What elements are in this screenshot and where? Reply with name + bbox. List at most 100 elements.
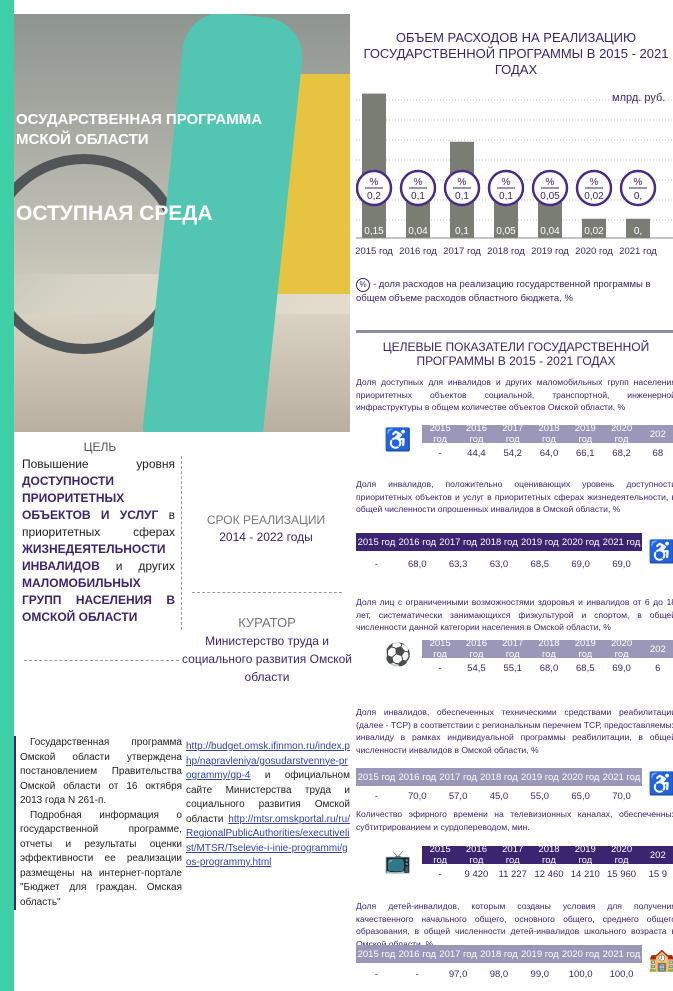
values-row: - 68,0 63,3 63,0 68,5 69,0 69,0 <box>356 556 642 572</box>
year-header: 2017 год <box>439 536 477 548</box>
indicator-value: 66,1 <box>576 447 595 459</box>
indicator-value: 68,0 <box>408 558 427 570</box>
share-value: 0,1 <box>499 191 513 202</box>
bar-value-label: 0,02 <box>584 226 604 237</box>
values-row: - - 97,0 98,0 99,0 100,0 100,0 <box>356 966 642 982</box>
percent-symbol: % <box>634 177 643 188</box>
indicator-value: 68,5 <box>576 662 595 674</box>
bar-value-label: 0,04 <box>408 226 428 237</box>
year-header: 2018 год <box>538 423 560 445</box>
goal-heading: ЦЕЛЬ <box>83 440 117 454</box>
years-header-row: 2015 год 2016 год 2017 год 2018 год 2019 год… <box>422 844 673 866</box>
right-column: ОБЪЕМ РАСХОДОВ НА РЕАЛИЗАЦИЮ ГОСУДАРСТВЕ… <box>356 0 673 991</box>
year-header: 2017 год <box>439 771 477 783</box>
values-row: - 9 420 11 227 12 460 14 210 15 960 15 9 <box>422 866 673 882</box>
year-header: 2016 год <box>465 844 487 866</box>
curator-heading: КУРАТОР <box>238 615 296 630</box>
bar-value-label: 0, <box>634 226 642 237</box>
year-header: 2015 год <box>429 844 451 866</box>
goal-text: Повышение уровня доступности приоритетны… <box>14 456 182 630</box>
indicator-value: 15 9 <box>648 868 668 880</box>
year-label: 2017 год <box>443 246 481 257</box>
year-label: 2020 год <box>575 246 613 257</box>
walker-icon: ♿ <box>648 771 673 796</box>
year-header: 202 <box>649 849 666 861</box>
bar-value-label: 0,05 <box>496 226 516 237</box>
indicator-value: - <box>438 662 442 674</box>
divider <box>192 592 342 593</box>
bar-value-label: 0,1 <box>455 226 469 237</box>
indicator-value: 14 210 <box>570 868 600 880</box>
year-header: 2015 год <box>429 423 451 445</box>
indicator-description: Доля инвалидов, обеспеченных техническим… <box>356 707 673 755</box>
curator-value: Министерство труда и социального развити… <box>182 634 352 684</box>
share-value: 0,05 <box>540 191 560 202</box>
indicator-description: Доля инвалидов, положительно оценивающих… <box>356 479 673 514</box>
year-header: 2018 год <box>538 638 560 660</box>
share-value: 0,1 <box>411 191 425 202</box>
infographic-page: ОСУДАРСТВЕННАЯ ПРОГРАММА МСКОЙ ОБЛАСТИ О… <box>14 0 673 991</box>
wheelchair-icon: ♿ <box>648 539 673 564</box>
indicator-value: 9 420 <box>464 868 489 880</box>
year-header: 2015 год <box>357 536 396 548</box>
percent-symbol: % <box>590 177 599 188</box>
indicator-value: 63,0 <box>489 558 509 570</box>
indicator-value: 55,1 <box>503 662 522 674</box>
year-header: 2020 год <box>610 844 633 866</box>
year-header: 2016 год <box>398 536 437 548</box>
percent-symbol: % <box>370 177 379 188</box>
indicator-value: 68,0 <box>539 662 559 674</box>
years-header-row: 2015 год 2016 год 2017 год 2018 год 2019 год… <box>356 768 642 786</box>
values-row: - 44,4 54,2 64,0 66,1 68,2 68 <box>422 445 673 461</box>
indicator-value: - <box>438 447 442 459</box>
year-header: 2019 год <box>520 771 559 783</box>
program-title: ОСУДАРСТВЕННАЯ ПРОГРАММА МСКОЙ ОБЛАСТИ <box>16 111 263 148</box>
indicator-value: 68,2 <box>612 447 631 459</box>
indicator-value: 98,0 <box>489 968 509 980</box>
year-header: 2021 год <box>602 536 641 548</box>
indicator-value: 6 <box>655 662 661 674</box>
indicator-value: 68,5 <box>530 558 550 570</box>
indicator-value: 99,0 <box>530 968 550 980</box>
values-row: - 70,0 57,0 45,0 55,0 65,0 70,0 <box>356 788 642 804</box>
indicator-value: 64,0 <box>539 447 559 459</box>
indicator-value: 45,0 <box>489 790 509 802</box>
year-header: 2020 год <box>610 638 633 660</box>
year-header: 2019 год <box>520 948 559 960</box>
percent-symbol: % <box>458 177 467 188</box>
year-header: 2018 год <box>480 948 518 960</box>
share-value: 0, <box>634 191 642 202</box>
year-header: 2019 год <box>574 423 596 445</box>
year-header: 2015 год <box>429 638 451 660</box>
percent-icon: % <box>356 278 370 292</box>
year-header: 202 <box>649 643 666 655</box>
program-name: ОСТУПНАЯ СРЕДА <box>16 202 213 225</box>
indicator-value: 100,0 <box>609 968 634 980</box>
year-header: 2017 год <box>439 948 477 960</box>
indicator-description: Количество эфирного времени на телевизио… <box>356 809 673 832</box>
years-header-row: 2015 год 2016 год 2017 год 2018 год 2019 год… <box>422 423 673 445</box>
year-header: 2020 год <box>610 423 633 445</box>
term-block: СРОК РЕАЛИЗАЦИИ 2014 - 2022 годы <box>186 512 346 546</box>
indicator-value: 63,3 <box>448 558 468 570</box>
indicator-value: 68 <box>652 447 664 459</box>
share-value: 0,1 <box>455 191 469 202</box>
year-header: 2017 год <box>502 844 524 866</box>
indicator-value: 44,4 <box>467 447 486 459</box>
indicator-value: - <box>374 968 378 980</box>
year-header: 2020 год <box>561 536 600 548</box>
years-header-row: 2015 год 2016 год 2017 год 2018 год 2019 год… <box>356 533 642 551</box>
expenses-chart: 0,15% 0,2 2015 год 0,04% 0,1 2016 год 0,1% 0,1 2… <box>356 93 673 257</box>
bar <box>362 93 386 238</box>
year-header: 2015 год <box>357 948 396 960</box>
term-value: 2014 - 2022 годы <box>219 530 313 544</box>
year-header: 2016 год <box>398 948 437 960</box>
indicator-description: Доля доступных для инвалидов и других ма… <box>356 377 673 412</box>
indicator-value: 70,0 <box>612 790 631 802</box>
indicator-value: - <box>374 558 378 570</box>
tv-icon: 📺 <box>384 849 412 874</box>
hero-photo: ОСУДАРСТВЕННАЯ ПРОГРАММА МСКОЙ ОБЛАСТИ О… <box>14 14 350 432</box>
curator-block: КУРАТОР Министерство труда и социального… <box>182 614 352 686</box>
year-header: 2021 год <box>602 771 641 783</box>
year-header: 2017 год <box>502 423 524 445</box>
